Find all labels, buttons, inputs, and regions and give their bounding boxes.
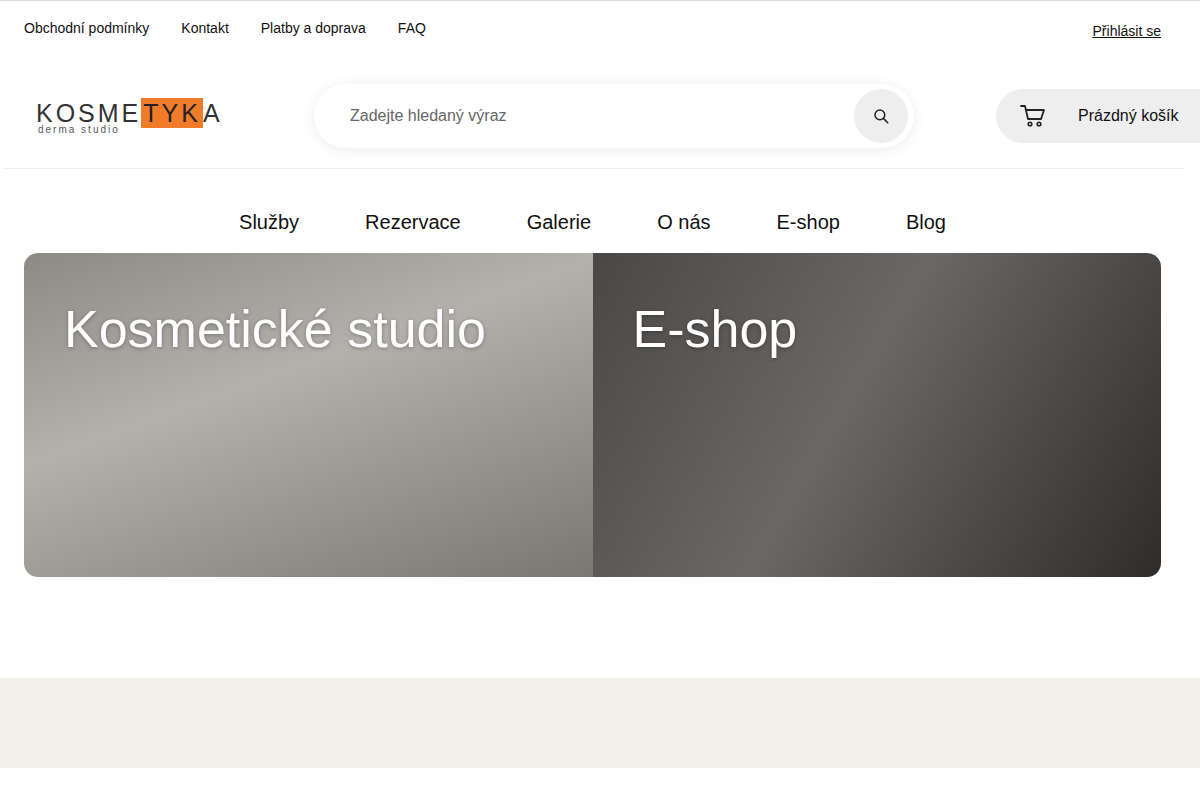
top-bar: Obchodní podmínky Kontakt Platby a doprava… <box>0 0 1200 60</box>
cart-icon <box>1020 104 1046 128</box>
hero-card[interactable]: E-shop <box>593 253 1162 577</box>
search-input[interactable] <box>348 106 854 126</box>
top-link[interactable]: Obchodní podmínky <box>24 20 149 36</box>
nav-item[interactable]: Blog <box>906 211 946 253</box>
content-section <box>0 678 1200 768</box>
logo-highlight: TYK <box>141 98 203 128</box>
search-icon <box>872 107 890 125</box>
logo[interactable]: KOSMETYKAderma studio <box>36 98 216 135</box>
hero-card-title: E-shop <box>633 299 1122 359</box>
nav-item[interactable]: E-shop <box>777 211 840 253</box>
hero-card-title: Kosmetické studio <box>64 299 553 359</box>
login-link[interactable]: Přihlásit se <box>1093 23 1161 39</box>
top-links: Obchodní podmínky Kontakt Platby a doprava… <box>24 20 426 36</box>
nav-item[interactable]: Služby <box>239 211 299 253</box>
nav-item[interactable]: O nás <box>657 211 710 253</box>
page: Obchodní podmínky Kontakt Platby a doprava… <box>0 0 1200 768</box>
top-link[interactable]: Platby a doprava <box>261 20 366 36</box>
cart-label: Prázdný košík <box>1078 107 1178 125</box>
cart-button[interactable]: Prázdný košík <box>996 89 1200 143</box>
hero: Kosmetické studio E-shop <box>24 253 1161 577</box>
logo-text: A <box>203 98 223 128</box>
main-nav: Služby Rezervace Galerie O nás E-shop Blog <box>0 169 1185 253</box>
header: KOSMETYKAderma studio Prázdný košík <box>4 60 1185 169</box>
search-box <box>314 84 914 148</box>
hero-card[interactable]: Kosmetické studio <box>24 253 593 577</box>
logo-tagline: derma studio <box>38 124 216 135</box>
nav-item[interactable]: Galerie <box>527 211 591 253</box>
logo-text: KOSME <box>36 98 141 128</box>
search-button[interactable] <box>854 89 908 143</box>
logo-word: KOSMETYKA <box>36 98 216 128</box>
top-link[interactable]: FAQ <box>398 20 426 36</box>
nav-item[interactable]: Rezervace <box>365 211 461 253</box>
top-link[interactable]: Kontakt <box>181 20 228 36</box>
